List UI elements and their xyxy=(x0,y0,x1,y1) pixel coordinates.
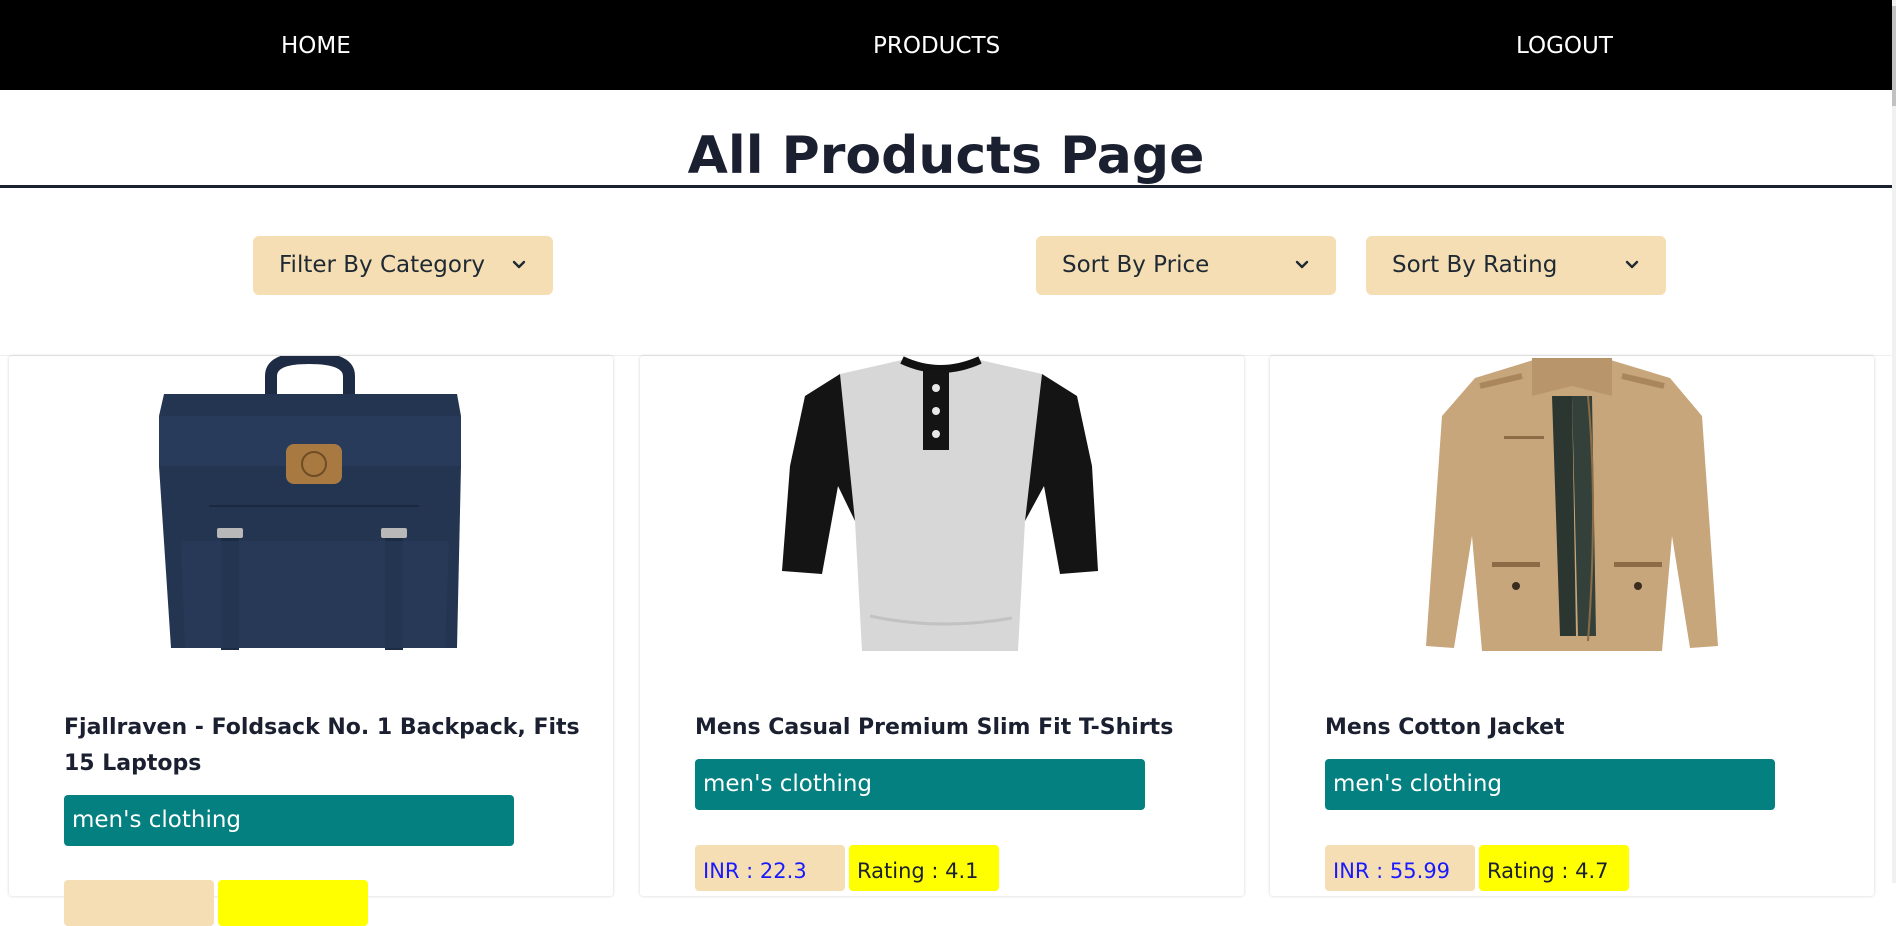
backpack-image xyxy=(159,356,461,650)
sort-price-label: Sort By Price xyxy=(1062,252,1210,278)
chevron-down-icon xyxy=(1295,260,1309,269)
scrollbar-thumb[interactable] xyxy=(1892,6,1896,106)
title-divider xyxy=(0,185,1892,188)
nav-products-link[interactable]: PRODUCTS xyxy=(873,0,1000,90)
product-card[interactable]: Mens Cotton Jacket men's clothing INR : … xyxy=(1270,356,1874,896)
rating-badge: Rating : 4.7 xyxy=(1479,845,1629,891)
price-badge: INR : 55.99 xyxy=(1325,845,1475,891)
sort-price-dropdown[interactable]: Sort By Price xyxy=(1036,236,1336,295)
price-badge xyxy=(64,880,214,926)
rating-badge: Rating : 4.1 xyxy=(849,845,999,891)
tshirt-image xyxy=(782,356,1098,651)
sort-rating-dropdown[interactable]: Sort By Rating xyxy=(1366,236,1666,295)
product-card[interactable]: Mens Casual Premium Slim Fit T-Shirts me… xyxy=(640,356,1244,896)
product-title: Mens Cotton Jacket xyxy=(1325,715,1565,740)
sort-rating-label: Sort By Rating xyxy=(1392,252,1558,278)
rating-badge xyxy=(218,880,368,926)
nav-home-link[interactable]: HOME xyxy=(281,0,351,90)
filter-category-label: Filter By Category xyxy=(279,252,486,278)
chevron-down-icon xyxy=(1625,260,1639,269)
price-badge: INR : 22.3 xyxy=(695,845,845,891)
top-navbar: HOME PRODUCTS LOGOUT xyxy=(0,0,1892,90)
product-title: Mens Casual Premium Slim Fit T-Shirts xyxy=(695,715,1174,740)
category-badge: men's clothing xyxy=(1325,759,1775,810)
product-title: Fjallraven - Foldsack No. 1 Backpack, Fi… xyxy=(64,715,580,776)
product-card[interactable]: Fjallraven - Foldsack No. 1 Backpack, Fi… xyxy=(9,356,613,926)
nav-logout-link[interactable]: LOGOUT xyxy=(1516,0,1613,90)
filter-category-dropdown[interactable]: Filter By Category xyxy=(253,236,553,295)
page-title: All Products Page xyxy=(687,126,1205,186)
category-badge: men's clothing xyxy=(695,759,1145,810)
chevron-down-icon xyxy=(512,260,526,269)
jacket-image xyxy=(1426,358,1718,651)
scrollbar[interactable] xyxy=(1892,0,1896,883)
category-badge: men's clothing xyxy=(64,795,514,846)
